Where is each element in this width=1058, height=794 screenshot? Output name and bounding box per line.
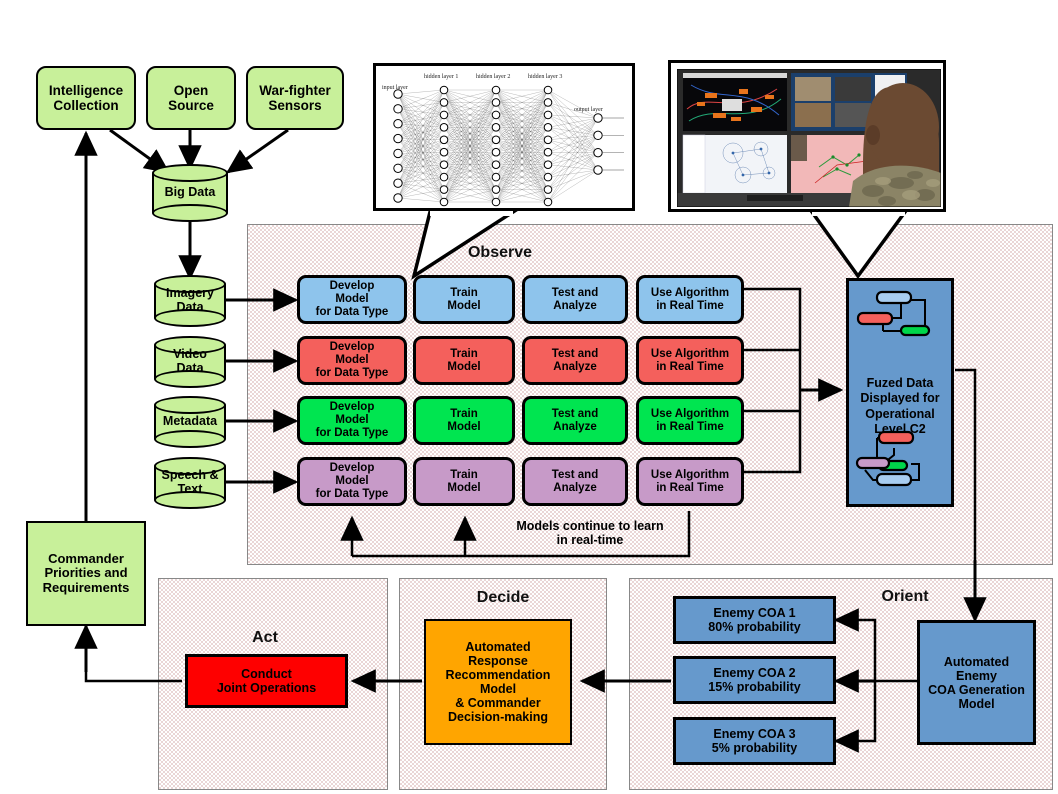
decide-title: Decide [476,589,530,606]
stage-label: Develop Model for Data Type [315,401,389,439]
datastore-label: Speech & Text [161,468,219,496]
stage-label: Develop Model for Data Type [315,280,389,318]
enemy-coa-3[interactable]: Enemy COA 3 5% probability [673,717,836,765]
enemy-coa-2[interactable]: Enemy COA 2 15% probability [673,656,836,704]
decide-model-label: Automated Response Recommendation Model … [445,640,551,724]
stage-use-algorithm-video[interactable]: Use Algorithm in Real Time [636,336,744,385]
datastore-speech-text[interactable]: Speech & Text [154,457,226,509]
act-label: Conduct Joint Operations [216,667,317,695]
orient-title: Orient [881,588,929,605]
stage-label: Train Model [447,407,481,433]
diagram-canvas: Intelligence Collection Open Source War-… [0,0,1058,794]
datastore-label: Imagery Data [166,286,214,314]
datastore-imagery-data[interactable]: Imagery Data [154,275,226,327]
source-open-source[interactable]: Open Source [146,66,236,130]
commander-priorities-box[interactable]: Commander Priorities and Requirements [26,521,146,626]
neural-network-graphic: input layer hidden layer 1 hidden layer … [382,74,624,207]
svg-text:hidden layer 3: hidden layer 3 [528,74,562,80]
svg-text:input layer: input layer [382,85,408,91]
stage-test-analyze-video[interactable]: Test and Analyze [522,336,628,385]
datastore-label: Metadata [162,414,218,429]
enemy-coa-1[interactable]: Enemy COA 1 80% probability [673,596,836,644]
stage-label: Test and Analyze [551,286,599,312]
datastore-video-data[interactable]: Video Data [154,336,226,388]
feedback-note: Models continue to learn in real-time [490,516,690,550]
automated-enemy-coa-generation-model[interactable]: Automated Enemy COA Generation Model [917,620,1036,745]
coa-label: Enemy COA 2 15% probability [708,666,801,694]
stage-test-analyze-metadata[interactable]: Test and Analyze [522,396,628,445]
c2-workstation-photo [676,68,942,208]
stage-label: Use Algorithm in Real Time [650,407,730,433]
stage-label: Train Model [447,286,481,312]
stage-label: Use Algorithm in Real Time [650,468,730,494]
act-title: Act [252,629,278,646]
stage-use-algorithm-imagery[interactable]: Use Algorithm in Real Time [636,275,744,324]
stage-develop-model-speech-text[interactable]: Develop Model for Data Type [297,457,407,506]
source-war-fighter-sensors[interactable]: War-fighter Sensors [246,66,344,130]
fuzed-bottom-graphic [855,430,920,487]
datastore-label: Big Data [164,185,216,200]
conduct-joint-operations[interactable]: Conduct Joint Operations [185,654,348,708]
neural-network-callout: input layer hidden layer 1 hidden layer … [373,63,635,211]
stage-test-analyze-speech-text[interactable]: Test and Analyze [522,457,628,506]
stage-label: Test and Analyze [551,468,599,494]
datastore-metadata[interactable]: Metadata [154,396,226,448]
stage-use-algorithm-speech-text[interactable]: Use Algorithm in Real Time [636,457,744,506]
stage-label: Test and Analyze [551,407,599,433]
stage-label: Use Algorithm in Real Time [650,347,730,373]
stage-use-algorithm-metadata[interactable]: Use Algorithm in Real Time [636,396,744,445]
stage-train-model-speech-text[interactable]: Train Model [413,457,515,506]
source-label: Open Source [168,82,214,113]
automated-response-recommendation-model[interactable]: Automated Response Recommendation Model … [424,619,572,745]
coa-label: Enemy COA 1 80% probability [708,606,801,634]
commander-label: Commander Priorities and Requirements [42,550,130,595]
stage-label: Use Algorithm in Real Time [650,286,730,312]
svg-text:hidden layer 1: hidden layer 1 [424,74,458,80]
stage-label: Train Model [447,468,481,494]
stage-develop-model-metadata[interactable]: Develop Model for Data Type [297,396,407,445]
coa-label: Enemy COA 3 5% probability [711,727,798,755]
stage-train-model-metadata[interactable]: Train Model [413,396,515,445]
photo-callout-tail [808,200,909,279]
source-label: Intelligence Collection [48,82,124,113]
source-label: War-fighter Sensors [259,82,331,113]
feedback-note-label: Models continue to learn in real-time [516,519,664,547]
source-intelligence-collection[interactable]: Intelligence Collection [36,66,136,130]
svg-text:hidden layer 2: hidden layer 2 [476,74,510,80]
stage-develop-model-video[interactable]: Develop Model for Data Type [297,336,407,385]
stage-train-model-video[interactable]: Train Model [413,336,515,385]
generator-label: Automated Enemy COA Generation Model [928,654,1025,711]
stage-label: Test and Analyze [551,347,599,373]
fuzed-top-graphic [856,290,931,337]
svg-text:output layer: output layer [574,107,603,113]
stage-label: Develop Model for Data Type [315,462,389,500]
stage-label: Train Model [447,347,481,373]
datastore-big-data[interactable]: Big Data [152,164,228,222]
fuzed-data-display[interactable]: Fuzed Data Displayed for Operational Lev… [846,278,954,507]
datastore-label: Video Data [173,347,207,375]
operational-c2-photo-callout [668,60,946,212]
stage-label: Develop Model for Data Type [315,341,389,379]
